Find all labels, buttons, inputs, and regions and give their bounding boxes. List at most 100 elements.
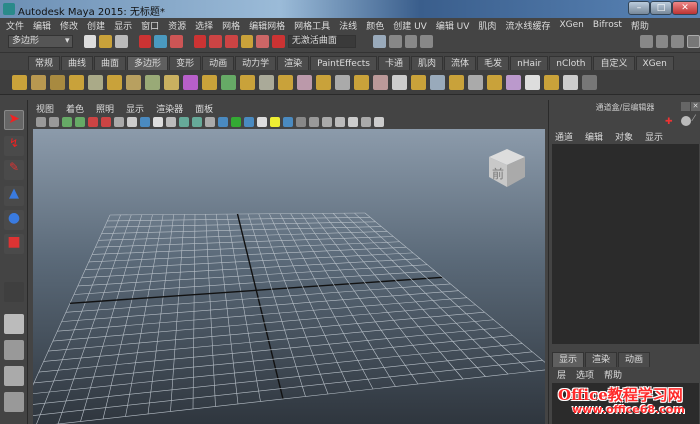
viewport-tool-icon[interactable] [270,117,280,127]
select-object-icon[interactable] [154,34,167,48]
menu-item[interactable]: Bifrost [593,20,622,30]
render-icon[interactable] [388,34,402,48]
viewport-tool-icon[interactable] [114,117,124,127]
menu-item[interactable]: 编辑 [33,19,51,32]
menu-item[interactable]: 资源 [168,19,186,32]
viewport-tool-icon[interactable] [62,117,72,127]
shelf-tool-icon[interactable] [316,74,331,90]
close-panel-icon[interactable]: ✕ [691,102,700,111]
menu-item[interactable]: 颜色 [366,19,384,32]
viewport-tool-icon[interactable] [348,117,358,127]
viewport-tool-icon[interactable] [140,117,150,127]
shelf-tool-icon[interactable] [373,74,388,90]
menu-item[interactable]: 创建 [87,19,105,32]
shelf-tab[interactable]: 卡通 [378,56,411,71]
channel-box-menu-item[interactable]: 显示 [645,130,663,143]
attribute-editor-icon[interactable] [655,34,669,48]
shelf-tab[interactable]: 常规 [28,56,61,71]
shelf-tab[interactable]: 渲染 [277,56,310,71]
tool-settings-icon[interactable] [671,34,685,48]
channel-box-menu-item[interactable]: 通道 [555,130,573,143]
shelf-tool-icon[interactable] [202,74,217,90]
shelf-tool-icon[interactable] [506,74,521,90]
shelf-tool-icon[interactable] [278,74,293,90]
layer-editor-tab[interactable]: 显示 [552,352,585,367]
viewport-menu-item[interactable]: 照明 [96,102,114,115]
menu-item[interactable]: 显示 [114,19,132,32]
shelf-tab[interactable]: 自定义 [593,56,635,71]
shelf-tool-icon[interactable] [126,74,141,90]
shelf-tab[interactable]: PaintEffects [310,56,377,71]
modeling-toolkit-icon[interactable] [640,34,653,48]
menu-item[interactable]: 帮助 [631,19,649,32]
shelf-tool-icon[interactable] [335,74,350,90]
menu-item[interactable]: 创建 UV [393,19,427,32]
viewport-tool-icon[interactable] [283,117,293,127]
shelf-tool-icon[interactable] [354,74,369,90]
menu-item[interactable]: 法线 [339,19,357,32]
shelf-tool-icon[interactable] [259,74,274,90]
viewport-tool-icon[interactable] [75,117,85,127]
ipr-render-icon[interactable] [404,34,418,48]
menu-item[interactable]: 肌肉 [478,19,496,32]
live-surface-icon[interactable] [272,34,285,48]
viewport-tool-icon[interactable] [231,117,241,127]
menu-item[interactable]: 流水线缓存 [505,19,550,32]
shelf-tab[interactable]: nCloth [549,56,593,71]
viewport-tool-icon[interactable] [166,117,176,127]
viewport-tool-icon[interactable] [335,117,345,127]
shelf-tool-icon[interactable] [411,74,426,90]
viewport-tool-icon[interactable] [296,117,306,127]
shelf-tool-icon[interactable] [544,74,559,90]
menu-item[interactable]: 文件 [6,19,24,32]
viewport-tool-icon[interactable] [88,117,98,127]
shelf-tool-icon[interactable] [582,74,597,90]
viewport-tool-icon[interactable] [218,117,228,127]
view-cube[interactable]: 前 [485,145,529,189]
pin-icon[interactable]: ⁄ [693,114,695,124]
menu-item[interactable]: 网格工具 [294,19,330,32]
shelf-tab[interactable]: 曲线 [61,56,94,71]
shelf-tool-icon[interactable] [50,74,65,90]
float-panel-icon[interactable] [681,102,690,111]
menu-item[interactable]: 编辑网格 [249,19,285,32]
menu-item[interactable]: 选择 [195,19,213,32]
shelf-tool-icon[interactable] [107,74,122,90]
minimize-button[interactable]: – [628,1,650,15]
shelf-tool-icon[interactable] [240,74,255,90]
shelf-tool-icon[interactable] [145,74,160,90]
snap-grid-icon[interactable] [193,34,207,48]
viewport-tool-icon[interactable] [49,117,59,127]
select-component-icon[interactable] [170,34,183,48]
layer-editor-menu-item[interactable]: 层 [557,368,566,381]
shelf-tool-icon[interactable] [183,74,198,90]
viewport-tool-icon[interactable] [374,117,384,127]
shelf-tab[interactable]: XGen [635,56,674,71]
shelf-tool-icon[interactable] [31,74,46,90]
viewport-menu-item[interactable]: 面板 [195,102,213,115]
viewport-tool-icon[interactable] [361,117,371,127]
shelf-tab[interactable]: 多边形 [127,56,169,71]
move-tool-icon[interactable]: ▲ [4,186,24,206]
viewport-tool-icon[interactable] [192,117,202,127]
viewport-tool-icon[interactable] [244,117,254,127]
channel-box-toggle-icon[interactable] [687,34,700,48]
shelf-tab[interactable]: 曲面 [94,56,127,71]
viewport-tool-icon[interactable] [153,117,163,127]
menu-item[interactable]: 窗口 [141,19,159,32]
select-hierarchy-icon[interactable] [138,34,152,48]
persp-outliner-layout-icon[interactable] [4,366,24,386]
shelf-tool-icon[interactable] [88,74,103,90]
menu-item[interactable]: 网格 [222,19,240,32]
shelf-tool-icon[interactable] [563,74,578,90]
close-button[interactable]: ✕ [672,1,698,15]
scale-tool-icon[interactable]: ■ [4,234,24,254]
layer-editor-tab[interactable]: 动画 [618,352,651,367]
menu-item[interactable]: 编辑 UV [436,19,470,32]
shelf-tool-icon[interactable] [430,74,445,90]
snap-surface-icon[interactable] [256,34,270,48]
shelf-tool-icon[interactable] [221,74,236,90]
open-scene-icon[interactable] [99,34,112,48]
layer-editor-menu-item[interactable]: 帮助 [604,368,622,381]
layout-toggle-icon[interactable] [681,116,691,126]
